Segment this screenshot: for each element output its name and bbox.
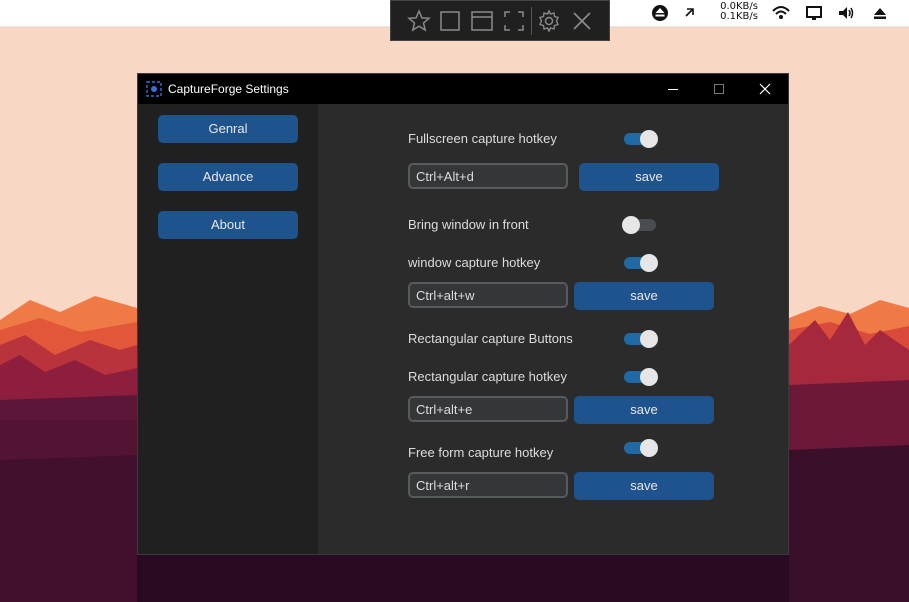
window-hotkey-input[interactable] bbox=[408, 282, 568, 308]
freeform-hotkey-toggle[interactable] bbox=[622, 439, 658, 457]
fullscreen-save-button[interactable]: save bbox=[579, 163, 719, 191]
minimize-button[interactable] bbox=[650, 74, 696, 104]
sidebar: Genral Advance About bbox=[138, 104, 318, 554]
settings-panel: Fullscreen capture hotkey save Bring win… bbox=[318, 104, 788, 554]
sidebar-item-general[interactable]: Genral bbox=[158, 115, 298, 143]
window-capture-icon[interactable] bbox=[470, 9, 494, 33]
fullscreen-hotkey-label: Fullscreen capture hotkey bbox=[408, 131, 557, 146]
eject-icon[interactable] bbox=[870, 3, 890, 23]
rect-save-button[interactable]: save bbox=[574, 396, 714, 424]
window-save-button[interactable]: save bbox=[574, 282, 714, 310]
maximize-button[interactable] bbox=[696, 74, 742, 104]
bring-window-front-label: Bring window in front bbox=[408, 217, 529, 232]
rect-buttons-label: Rectangular capture Buttons bbox=[408, 331, 573, 346]
close-icon[interactable] bbox=[570, 9, 594, 33]
close-icon bbox=[759, 83, 771, 95]
window-title: CaptureForge Settings bbox=[168, 82, 289, 96]
freeform-hotkey-label: Free form capture hotkey bbox=[408, 445, 554, 460]
rect-hotkey-input[interactable] bbox=[408, 396, 568, 422]
bring-window-front-toggle[interactable] bbox=[622, 216, 658, 234]
fullscreen-hotkey-input[interactable] bbox=[408, 163, 568, 189]
toolbar-divider bbox=[531, 7, 532, 35]
wifi-icon[interactable] bbox=[771, 3, 791, 23]
sidebar-item-about[interactable]: About bbox=[158, 211, 298, 239]
eject-circle-icon[interactable] bbox=[650, 3, 670, 23]
capture-toolbar bbox=[390, 0, 610, 41]
fullscreen-hotkey-toggle[interactable] bbox=[622, 130, 658, 148]
maximize-icon bbox=[714, 84, 724, 94]
minimize-icon bbox=[668, 89, 678, 90]
window-titlebar[interactable]: CaptureForge Settings bbox=[138, 74, 788, 104]
fullscreen-capture-icon[interactable] bbox=[502, 9, 526, 33]
rect-hotkey-label: Rectangular capture hotkey bbox=[408, 369, 567, 384]
window-hotkey-toggle[interactable] bbox=[622, 254, 658, 272]
settings-window: CaptureForge Settings Genral Advance Abo… bbox=[137, 73, 789, 555]
window-hotkey-label: window capture hotkey bbox=[408, 255, 541, 270]
display-icon[interactable] bbox=[804, 3, 824, 23]
sidebar-item-advance[interactable]: Advance bbox=[158, 163, 298, 191]
freeform-save-button[interactable]: save bbox=[574, 472, 714, 500]
star-icon[interactable] bbox=[407, 9, 431, 33]
settings-icon[interactable] bbox=[537, 9, 561, 33]
rect-buttons-toggle[interactable] bbox=[622, 330, 658, 348]
close-button[interactable] bbox=[742, 74, 788, 104]
app-logo-icon bbox=[146, 81, 162, 97]
net-down-speed: 0.1KB/s bbox=[720, 11, 758, 22]
freeform-hotkey-input[interactable] bbox=[408, 472, 568, 498]
rectangle-capture-icon[interactable] bbox=[438, 9, 462, 33]
arrows-icon[interactable] bbox=[680, 3, 700, 23]
network-speed: 0.0KB/s 0.1KB/s bbox=[712, 2, 758, 22]
volume-icon[interactable] bbox=[836, 3, 856, 23]
rect-hotkey-toggle[interactable] bbox=[622, 368, 658, 386]
